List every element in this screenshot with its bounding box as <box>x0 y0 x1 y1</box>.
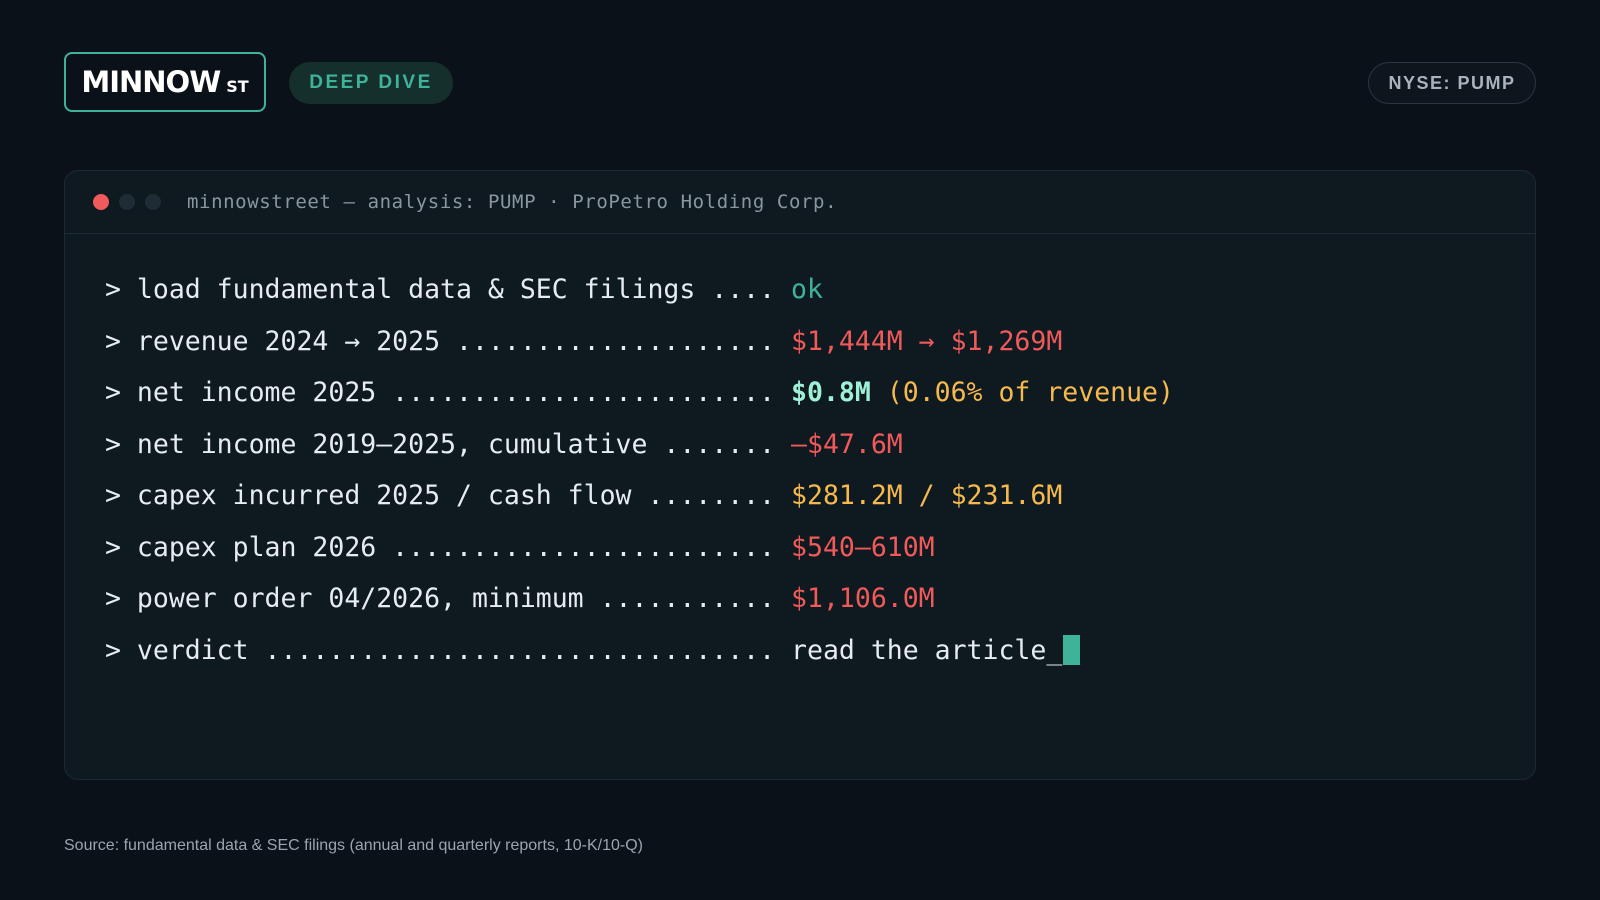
line-value: $540–610M <box>791 531 935 563</box>
terminal-window: minnowstreet — analysis: PUMP · ProPetro… <box>64 170 1536 780</box>
terminal-line: > verdict ..............................… <box>105 625 1535 677</box>
line-value: $0.8M <box>791 377 871 408</box>
terminal-line: > capex plan 2026 ......................… <box>105 522 1535 574</box>
line-value-note: (0.06% of revenue) <box>870 377 1174 408</box>
line-label: > revenue 2024 → 2025 ..................… <box>105 325 792 357</box>
line-label: > verdict ..............................… <box>105 634 792 666</box>
brand-name: MINNOW <box>81 65 221 99</box>
terminal-titlebar: minnowstreet — analysis: PUMP · ProPetro… <box>65 171 1535 234</box>
cursor-block <box>1063 635 1081 666</box>
line-label: > net income 2019–2025, cumulative .....… <box>105 428 792 460</box>
line-value: $281.2M / $231.6M <box>791 480 1063 511</box>
line-value: $1,444M → $1,269M <box>791 325 1063 357</box>
line-label: > load fundamental data & SEC filings ..… <box>105 274 792 305</box>
terminal-line: > power order 04/2026, minimum .........… <box>105 573 1535 625</box>
line-value: $1,106.0M <box>791 583 935 614</box>
line-value: –$47.6M <box>791 428 903 460</box>
header: MINNOW ST DEEP DIVE NYSE: PUMP <box>64 52 1536 112</box>
terminal-line: > revenue 2024 → 2025 ..................… <box>105 316 1535 368</box>
line-value: ok <box>791 274 823 305</box>
close-dot-icon[interactable] <box>93 194 109 210</box>
line-label: > capex plan 2026 ......................… <box>105 531 792 563</box>
deep-dive-badge: DEEP DIVE <box>289 62 453 104</box>
minimize-dot-icon[interactable] <box>119 194 135 210</box>
terminal-line: > load fundamental data & SEC filings ..… <box>105 264 1535 316</box>
terminal-title: minnowstreet — analysis: PUMP · ProPetro… <box>187 191 838 213</box>
terminal-line: > capex incurred 2025 / cash flow ......… <box>105 470 1535 522</box>
ticker-badge: NYSE: PUMP <box>1368 62 1536 104</box>
line-label: > capex incurred 2025 / cash flow ......… <box>105 480 792 511</box>
line-label: > net income 2025 ......................… <box>105 377 792 408</box>
terminal-line: > net income 2025 ......................… <box>105 367 1535 419</box>
verdict-link[interactable]: read the article_ <box>791 625 1062 677</box>
line-label: > power order 04/2026, minimum .........… <box>105 583 792 614</box>
source-note: Source: fundamental data & SEC filings (… <box>64 837 643 854</box>
maximize-dot-icon[interactable] <box>145 194 161 210</box>
brand-suffix: ST <box>226 76 249 96</box>
terminal-line: > net income 2019–2025, cumulative .....… <box>105 419 1535 471</box>
brand-logo[interactable]: MINNOW ST <box>64 52 266 112</box>
terminal-output: > load fundamental data & SEC filings ..… <box>65 234 1535 676</box>
